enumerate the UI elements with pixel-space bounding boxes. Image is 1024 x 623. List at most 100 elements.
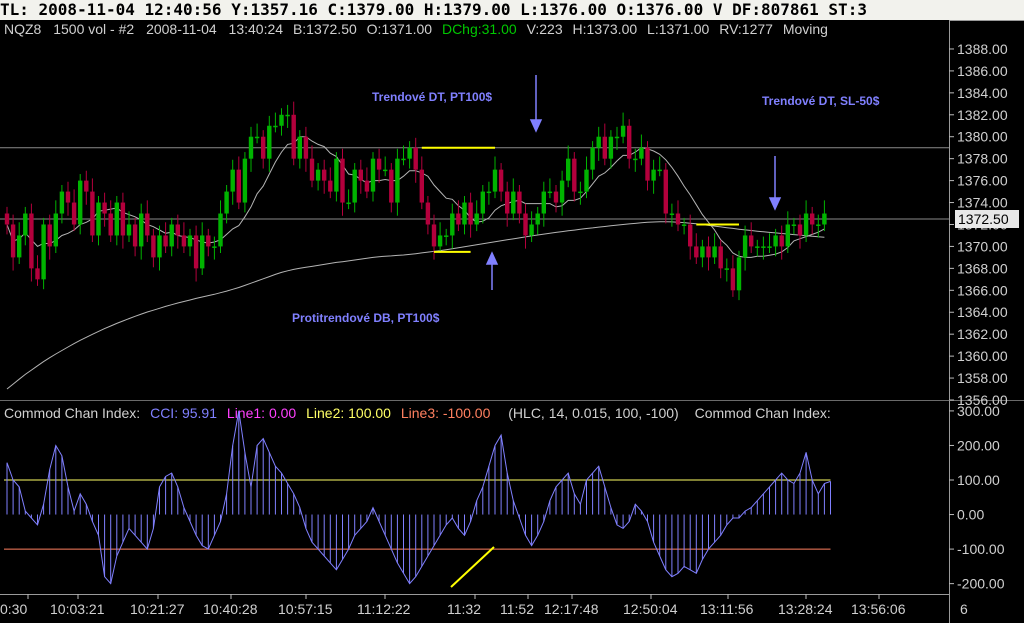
candle-body xyxy=(541,191,546,214)
candle-body xyxy=(602,136,607,159)
candle-body xyxy=(53,213,58,247)
time-tick-label: 6 xyxy=(960,601,968,617)
candle-body xyxy=(126,224,132,236)
candle-body xyxy=(468,202,473,225)
candle-body xyxy=(620,125,626,137)
candle-body xyxy=(181,235,187,247)
candle-body xyxy=(175,224,180,236)
candle-body xyxy=(96,202,101,236)
candle-body xyxy=(328,180,333,192)
dchg-label: DChg:31.00 xyxy=(442,21,517,37)
price-plot-area xyxy=(0,20,949,400)
time-tick-label: 10:40:28 xyxy=(203,601,258,617)
candle-body xyxy=(47,224,52,247)
price-tick-label: 1368.00 xyxy=(957,260,1008,276)
cci-histogram xyxy=(6,410,831,584)
candle-body xyxy=(35,268,40,280)
candle-body xyxy=(401,158,406,161)
current-price-label: 1372.50 xyxy=(958,211,1009,227)
candle-body xyxy=(261,136,266,159)
price-tick-label: 1382.00 xyxy=(957,107,1008,123)
candle-body xyxy=(450,213,455,236)
candle-body xyxy=(437,235,443,247)
cci-level-lines xyxy=(4,479,831,550)
date-label: 2008-11-04 xyxy=(146,21,217,37)
price-tick-label: 1376.00 xyxy=(957,173,1008,189)
candle-body xyxy=(572,158,577,192)
candle-body xyxy=(431,224,437,247)
candle-body xyxy=(480,191,485,214)
candle-body xyxy=(151,235,156,258)
annotation-dt-left: Trendové DT, PT100$ xyxy=(372,90,492,104)
price-tick-label: 1386.00 xyxy=(957,63,1008,79)
candle-body xyxy=(41,224,46,280)
candle-body xyxy=(193,235,199,269)
time-tick-label: 0:30 xyxy=(0,601,27,617)
candle-body xyxy=(742,235,748,258)
candle-body xyxy=(444,235,449,237)
candle-body xyxy=(639,147,644,159)
annotation-db: Protitrendové DB, PT100$ xyxy=(292,311,440,325)
candle-body xyxy=(419,169,424,203)
rv-label: RV:1277 xyxy=(719,21,773,37)
candle-body xyxy=(65,191,71,203)
candle-body xyxy=(797,224,803,236)
bars-label: 1500 vol - #2 xyxy=(53,21,134,37)
candle-body xyxy=(700,246,705,258)
candle-body xyxy=(267,125,272,159)
price-tick-label: 1378.00 xyxy=(957,151,1008,167)
candle-body xyxy=(78,180,83,225)
candle-body xyxy=(675,213,681,225)
cci-title-right: Commod Chan Index: xyxy=(695,405,831,421)
time-tick-label: 10:03:21 xyxy=(50,601,105,617)
candle-body xyxy=(706,246,711,258)
candle-body xyxy=(71,202,77,225)
cci-tick-label: 100.00 xyxy=(957,472,1000,488)
trading-chart: NQZ8 1500 vol - #2 2008-11-04 13:40:24 B… xyxy=(0,20,1024,623)
cci-tick-label: -200.00 xyxy=(957,576,1005,592)
candle-body xyxy=(535,213,540,225)
candle-body xyxy=(663,169,668,214)
candle-body xyxy=(254,136,260,139)
candle-body xyxy=(17,235,22,258)
candle-body xyxy=(163,235,168,247)
price-tick-label: 1380.00 xyxy=(957,129,1008,145)
line3-label: Line3: -100.00 xyxy=(401,405,491,421)
candle-body xyxy=(291,114,296,159)
price-tick-label: 1388.00 xyxy=(957,41,1008,57)
candle-body xyxy=(383,169,388,172)
cci-tick-label: 0.00 xyxy=(957,507,984,523)
candle-body xyxy=(200,235,205,269)
candle-body xyxy=(395,158,400,203)
candle-body xyxy=(627,125,632,159)
time-tick-label: 11:32 xyxy=(447,601,481,617)
candle-body xyxy=(517,191,522,214)
candle-body xyxy=(584,169,589,192)
candle-body xyxy=(791,224,797,226)
cci-params-label: (HLC, 14, 0.015, 100, -100) xyxy=(508,405,678,421)
candle-body xyxy=(553,191,559,203)
candle-body xyxy=(358,169,363,181)
candle-body xyxy=(730,268,736,291)
candle-body xyxy=(187,235,193,247)
candle-body xyxy=(590,147,595,170)
candle-body xyxy=(767,246,772,248)
candle-body xyxy=(139,213,144,247)
candle-body xyxy=(297,136,302,159)
candle-body xyxy=(285,114,290,117)
time-tick-label: 12:17:48 xyxy=(544,601,599,617)
candle-body xyxy=(224,191,229,214)
candle-body xyxy=(578,191,583,194)
candle-body xyxy=(407,147,412,159)
candle-body xyxy=(132,224,138,247)
candle-body xyxy=(315,169,321,181)
candle-body xyxy=(206,235,211,247)
candle-body xyxy=(279,114,284,126)
candle-body xyxy=(736,257,742,291)
time-tick-label: 12:50:04 xyxy=(623,601,678,617)
candle-body xyxy=(785,224,790,247)
candle-body xyxy=(273,125,278,128)
line2-label: Line2: 100.00 xyxy=(306,405,391,421)
candle-body xyxy=(803,213,809,236)
candle-body xyxy=(84,180,89,192)
